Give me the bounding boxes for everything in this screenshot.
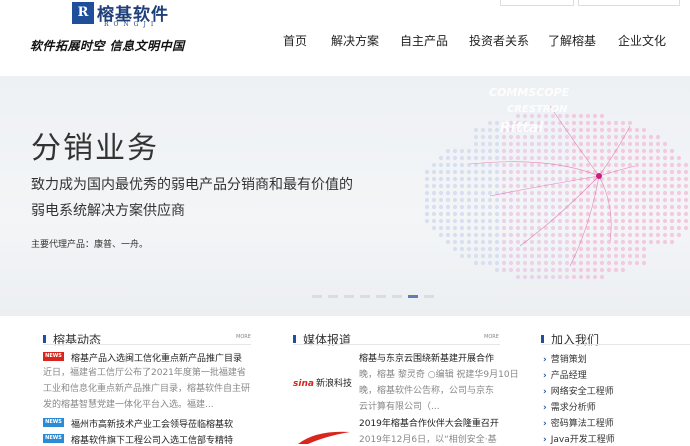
job-link[interactable]: 网络安全工程师 [543,384,614,397]
section-marker [293,335,296,343]
nav-home[interactable]: 首页 [283,32,307,48]
slide-dot[interactable] [376,295,386,298]
media-item-title[interactable]: 榕基与东京云围绕新基建开展合作 [359,351,494,364]
nav-investors[interactable]: 投资者关系 [469,32,529,48]
banner-line: 致力成为国内最优秀的弱电产品分销商和最有价值的 [31,177,353,193]
news-section-title[interactable]: 榕基动态 [53,331,101,348]
slide-dot[interactable] [424,295,434,298]
news-item-summary: 近日，福建省工信厅公布了2021年度第一批福建省工业和信息化重点新产品推广目录，… [43,368,251,410]
news-item-title[interactable]: 榕基软件旗下工程公司入选工信部专精特 [71,433,233,446]
job-link[interactable]: 产品经理 [543,368,587,381]
slide-dot[interactable] [344,295,354,298]
media-logo-label: 新浪科技 [315,379,352,389]
job-link[interactable]: 密码算法工程师 [543,416,614,429]
news-item-title[interactable]: 福州市高新技术产业工会领导莅临榕基软 [71,417,233,430]
job-link[interactable]: 需求分析师 [543,400,596,413]
company-pinyin: RONGJI [104,21,159,28]
jobs-section-title[interactable]: 加入我们 [551,331,599,348]
slide-dot[interactable] [312,295,322,298]
banner-title: 分销业务 [31,131,159,166]
slide-dot-active[interactable] [408,295,418,298]
banner-line: 弱电系统解决方案供应商 [31,203,185,219]
nav-culture[interactable]: 企业文化 [618,32,666,48]
hero-banner[interactable]: COMMSCOPE CRESTRON Rittal 分销业务 致力成为国内最优秀… [0,76,690,316]
slide-dot[interactable] [360,295,370,298]
divider [541,344,690,345]
sina-tech-logo[interactable]: sina 新浪科技 [293,371,353,389]
media-item-title[interactable]: 2019年榕基合作伙伴大会隆重召开 [359,416,499,429]
divider [293,344,500,345]
news-item-title[interactable]: 榕基产品入选闽工信化重点新产品推广目录 [71,351,242,364]
media-item-line: 晚，榕基 黎灵奇 ○编辑 祝建华9月10日 [359,370,519,380]
section-marker [541,335,544,343]
company-slogan: 软件拓展时空 信息文明中国 [30,39,185,53]
media-item-line: 云计算有限公司（... [359,402,440,412]
nav-products[interactable]: 自主产品 [400,32,448,48]
logo-icon[interactable]: R [72,2,94,24]
divider [43,344,251,345]
media-section-title[interactable]: 媒体报道 [303,331,351,348]
news-more-link[interactable]: MORE [236,334,251,340]
job-link[interactable]: 营销策划 [543,352,587,365]
news-badge: NEWS [43,418,64,427]
media-item-line: 2019年12月6日，以“相创安全·基 [359,435,497,445]
brand-crestron: CRESTRON [507,104,568,115]
media-more-link[interactable]: MORE [484,334,499,340]
brand-rittal: Rittal [500,120,544,136]
slide-dot[interactable] [392,295,402,298]
news-badge: NEWS [43,352,64,361]
top-bar-box [578,0,680,6]
banner-agents: 主要代理产品：康普、一舟。 [31,240,149,250]
site-header: R 榕基软件 RONGJI 软件拓展时空 信息文明中国 首页 解决方案 自主产品… [0,0,690,76]
section-marker [43,335,46,343]
news-badge: NEWS [43,434,64,443]
media-item-line: 晚，榕基软件公告称，公司与京东 [359,386,495,396]
slide-dot[interactable] [328,295,338,298]
top-bar-box [500,0,574,6]
nav-about[interactable]: 了解榕基 [548,32,596,48]
job-link[interactable]: Java开发工程师 [543,432,615,445]
brand-commscope: COMMSCOPE [489,86,570,99]
nav-solutions[interactable]: 解决方案 [331,32,379,48]
media-logo-swoosh[interactable] [296,428,352,446]
